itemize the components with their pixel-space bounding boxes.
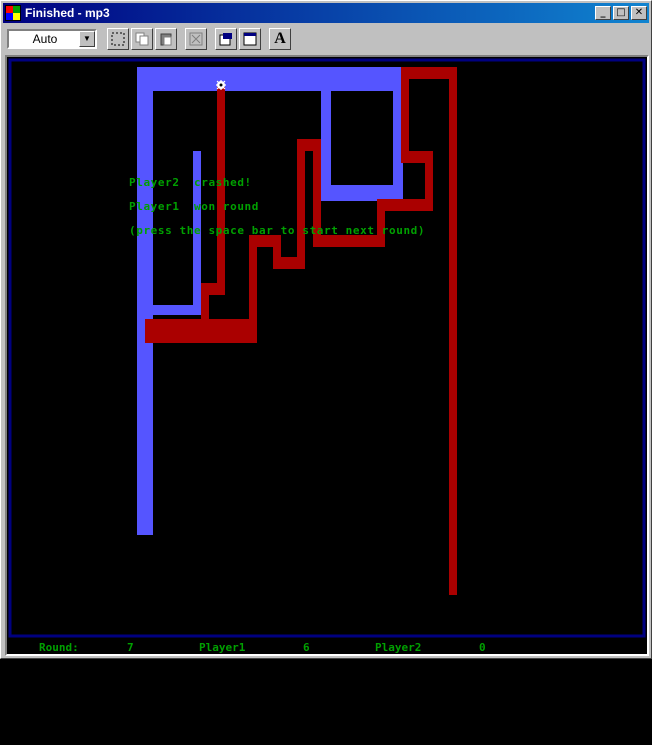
window-title: Finished - mp3	[25, 6, 110, 20]
player2-score: 0	[479, 641, 486, 654]
p1-segment	[321, 67, 331, 201]
player2-trail	[145, 67, 457, 595]
p2-segment	[449, 67, 457, 595]
p2-segment	[217, 87, 225, 295]
player1-score: 6	[303, 641, 310, 654]
player1-trail	[137, 67, 403, 535]
toolbar: Auto ▼ A	[3, 25, 649, 53]
background-icon	[243, 32, 257, 46]
close-button[interactable]: ✕	[631, 6, 647, 20]
p2-segment	[201, 283, 209, 331]
minimize-button[interactable]: _	[595, 6, 611, 20]
msdos-icon	[5, 5, 21, 21]
player2-label: Player2	[375, 641, 422, 654]
font-button[interactable]: A	[269, 28, 291, 50]
player1-label: Player1	[199, 641, 246, 654]
status-bar: Round: 7 Player1 6 Player2 0	[39, 641, 599, 657]
paste-icon	[160, 33, 172, 46]
p2-segment	[401, 67, 457, 79]
p2-segment	[297, 139, 305, 269]
app-window: Finished - mp3 _ □ ✕ Auto ▼ A Player2 cr…	[0, 0, 652, 659]
mark-button[interactable]	[107, 28, 129, 50]
crash-message: Player2 crashed!	[129, 176, 252, 189]
maximize-button[interactable]: □	[613, 6, 629, 20]
background-button[interactable]	[239, 28, 261, 50]
p1-segment	[137, 67, 153, 535]
properties-icon	[219, 33, 232, 46]
copy-icon	[135, 32, 149, 46]
mark-icon	[111, 32, 125, 46]
game-arena	[8, 58, 646, 638]
copy-button[interactable]	[131, 28, 153, 50]
paste-button[interactable]	[155, 28, 177, 50]
p1-segment	[153, 305, 201, 315]
p2-segment	[377, 199, 433, 211]
p1-segment	[137, 67, 403, 91]
properties-button[interactable]	[215, 28, 237, 50]
fullscreen-button[interactable]	[185, 28, 207, 50]
fullscreen-icon	[189, 32, 203, 46]
next-round-prompt: (press the space bar to start next round…	[129, 224, 426, 237]
round-value: 7	[127, 641, 134, 654]
font-size-select[interactable]: Auto ▼	[7, 29, 97, 49]
console-screen[interactable]: Player2 crashed! Player1 won round (pres…	[5, 55, 649, 656]
title-bar[interactable]: Finished - mp3 _ □ ✕	[3, 3, 649, 23]
p2-segment	[401, 67, 409, 163]
chevron-down-icon[interactable]: ▼	[79, 31, 95, 47]
crash-marker	[216, 80, 226, 90]
round-winner-message: Player1 won round	[129, 200, 260, 213]
round-label: Round:	[39, 641, 79, 654]
p1-segment	[321, 185, 403, 201]
